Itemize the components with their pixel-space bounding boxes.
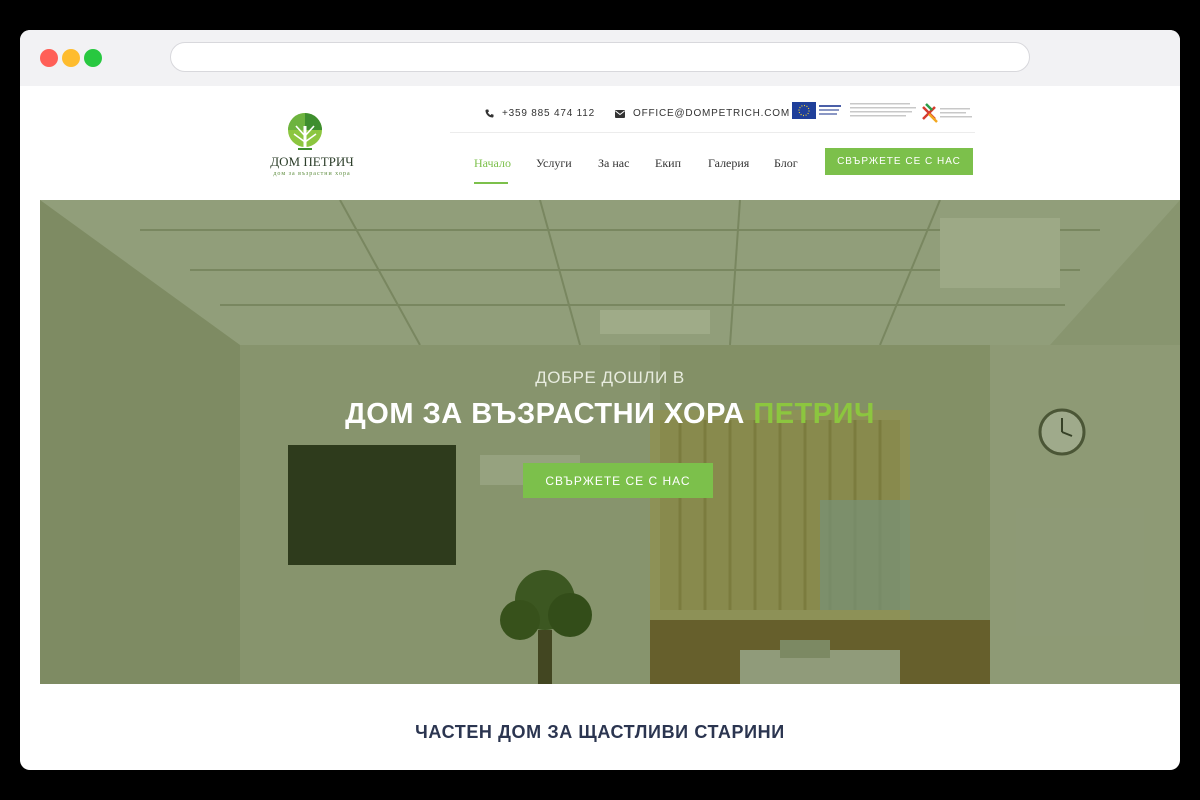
hero-green-overlay	[40, 200, 1180, 684]
browser-chrome	[20, 30, 1180, 86]
address-bar[interactable]	[170, 42, 1030, 72]
envelope-icon	[615, 109, 625, 118]
nav-item-team[interactable]: Екип	[655, 156, 681, 171]
nav-item-services[interactable]: Услуги	[536, 156, 572, 171]
hero-title-accent: ПЕТРИЧ	[753, 398, 875, 430]
contact-us-button[interactable]: СВЪРЖЕТЕ СЕ С НАС	[825, 148, 973, 175]
hero-banner: ДОБРЕ ДОШЛИ В ДОМ ЗА ВЪЗРАСТНИ ХОРА ПЕТР…	[40, 200, 1180, 684]
active-nav-indicator	[474, 182, 508, 184]
top-contact-bar: +359 885 474 112 OFFICE@DOMPETRICH.COM	[450, 96, 975, 133]
phone-number: +359 885 474 112	[502, 108, 595, 119]
hero-title: ДОМ ЗА ВЪЗРАСТНИ ХОРА ПЕТРИЧ	[40, 398, 1180, 431]
phone-link[interactable]: +359 885 474 112	[485, 108, 595, 119]
site-logo[interactable]: ДОМ ПЕТРИЧ дом за възрастни хора	[264, 112, 360, 180]
hero-title-main: ДОМ ЗА ВЪЗРАСТНИ ХОРА	[345, 398, 745, 430]
nav-item-about[interactable]: За нас	[598, 156, 629, 171]
minimize-window-button[interactable]	[62, 49, 80, 67]
site-header: ДОМ ПЕТРИЧ дом за възрастни хора +359 88…	[20, 86, 1180, 200]
tree-logo-icon	[288, 113, 322, 150]
close-window-button[interactable]	[40, 49, 58, 67]
hero-contact-button[interactable]: СВЪРЖЕТЕ СЕ С НАС	[523, 463, 713, 498]
logo-title: ДОМ ПЕТРИЧ	[270, 154, 354, 169]
nav-item-blog[interactable]: Блог	[774, 156, 798, 171]
section-heading: ЧАСТЕН ДОМ ЗА ЩАСТЛИВИ СТАРИНИ	[415, 722, 785, 742]
maximize-window-button[interactable]	[84, 49, 102, 67]
eu-funding-logos	[792, 102, 972, 123]
nav-item-home[interactable]: Начало	[474, 156, 511, 171]
browser-window: ДОМ ПЕТРИЧ дом за възрастни хора +359 88…	[20, 30, 1180, 770]
main-navigation: Начало Услуги За нас Екип Галерия Блог С…	[450, 148, 975, 188]
phone-icon	[485, 109, 494, 118]
email-address: OFFICE@DOMPETRICH.COM	[633, 108, 790, 119]
logo-subtitle: дом за възрастни хора	[273, 171, 351, 177]
email-link[interactable]: OFFICE@DOMPETRICH.COM	[615, 108, 790, 119]
hero-kicker: ДОБРЕ ДОШЛИ В	[535, 368, 685, 387]
nav-item-gallery[interactable]: Галерия	[708, 156, 749, 171]
